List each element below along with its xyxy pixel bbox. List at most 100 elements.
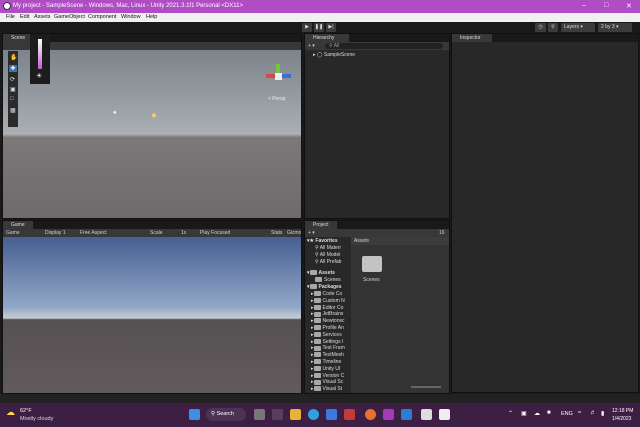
widgets-icon[interactable] [272, 409, 283, 420]
scenes-folder[interactable]: Scenes [315, 277, 349, 283]
package-item[interactable]: ▸ Unity UI [311, 366, 349, 372]
volume-icon[interactable]: ♬ [590, 410, 596, 416]
packages-folder[interactable]: ▾ Packages [307, 284, 349, 290]
scale-tool-icon[interactable]: ▣ [10, 86, 16, 93]
scale-value[interactable]: 1x [181, 229, 186, 237]
rotate-tool-icon[interactable]: ⟳ [10, 76, 15, 83]
move-tool-icon[interactable]: ✚ [9, 65, 17, 72]
search-icon[interactable]: ⚲ [548, 23, 558, 32]
game-viewport[interactable] [3, 237, 301, 393]
unity-editor-icon[interactable] [439, 409, 450, 420]
asset-count: 16 [439, 230, 445, 236]
package-item[interactable]: ▸ Visual Sc [311, 379, 349, 385]
rect-tool-icon[interactable]: □ [10, 96, 14, 102]
package-item[interactable]: ▸ Editor Co [311, 305, 349, 311]
tab-hierarchy[interactable]: Hierarchy [305, 34, 349, 42]
battery-icon[interactable]: ▮ [601, 410, 604, 417]
package-item[interactable]: ▸ Visual St [311, 386, 349, 392]
store-icon[interactable] [326, 409, 337, 420]
play-focused-dropdown[interactable]: Play Focused [200, 229, 230, 237]
layers-dropdown[interactable]: Layers ▾ [561, 23, 595, 32]
edge-icon[interactable] [308, 409, 319, 420]
clock-time[interactable]: 12:18 PM [612, 408, 633, 414]
wifi-icon[interactable]: ≈ [578, 410, 581, 416]
start-icon[interactable] [189, 409, 200, 420]
package-item[interactable]: ▸ Version C [311, 373, 349, 379]
display-dropdown[interactable]: Display 1 [45, 229, 66, 237]
tray-chevron-icon[interactable]: ⌃ [508, 410, 513, 417]
fav-item[interactable]: ⚲ All Model [315, 252, 349, 258]
menu-assets[interactable]: Assets [34, 14, 51, 20]
zoom-slider[interactable] [411, 386, 441, 388]
file-explorer-icon[interactable] [290, 409, 301, 420]
favorites-header[interactable]: ▾★ Favorites [307, 238, 349, 244]
layout-label: 2 by 3 [601, 24, 615, 30]
firefox-icon[interactable] [365, 409, 376, 420]
app-icon-purple[interactable] [383, 409, 394, 420]
task-view-icon[interactable] [254, 409, 265, 420]
hand-tool-icon[interactable]: ✋ [10, 54, 17, 61]
clock-date[interactable]: 1/4/2023 [612, 416, 631, 422]
step-button[interactable]: ▶| [326, 23, 336, 32]
fav-item[interactable]: ⚲ All Prefab [315, 259, 349, 265]
app-icon-red[interactable] [344, 409, 355, 420]
light-slider[interactable]: ☀ [30, 34, 50, 84]
menu-window[interactable]: Window [121, 14, 141, 20]
unity-hub-icon[interactable] [421, 409, 432, 420]
play-button[interactable]: ▶ [302, 23, 312, 32]
package-item[interactable]: ▸ Profile An [311, 325, 349, 331]
scenes-label: Scenes [363, 277, 380, 283]
game-dropdown[interactable]: Game [6, 229, 20, 237]
package-item[interactable]: ▸ Custom N [311, 298, 349, 304]
tray-cloud-icon[interactable]: ☁ [534, 410, 540, 417]
package-item[interactable]: ▸ Services [311, 332, 349, 338]
hierarchy-item-samplescene[interactable]: ▸ ◯ SampleScene [313, 52, 443, 58]
package-item[interactable]: ▸ Timeline [311, 359, 349, 365]
transform-tool-icon[interactable]: ▦ [10, 107, 16, 114]
assets-folder[interactable]: ▾ Assets [307, 270, 349, 276]
package-item[interactable]: ▸ JetBrains [311, 311, 349, 317]
maximize-icon[interactable]: □ [604, 2, 608, 9]
menu-edit[interactable]: Edit [20, 14, 29, 20]
scenes-folder-icon[interactable] [362, 256, 382, 272]
menu-component[interactable]: Component [88, 14, 116, 20]
add-icon[interactable]: + ▾ [308, 229, 315, 237]
layout-dropdown[interactable]: 2 by 3 ▾ [598, 23, 632, 32]
stats-button[interactable]: Stats [271, 229, 282, 237]
gizmos-button[interactable]: Gizmos [287, 229, 301, 237]
scene-panel: Scene < Persp ● ✹ ✋ ✚ ⟳ ▣ □ ▦ ☀ [2, 33, 302, 219]
hierarchy-search[interactable]: ⚲ All [325, 43, 443, 49]
aspect-dropdown[interactable]: Free Aspect [80, 229, 107, 237]
light-icon[interactable]: ✹ [151, 112, 157, 120]
pause-button[interactable]: ❚❚ [314, 23, 324, 32]
package-item[interactable]: ▸ TextMesh [311, 352, 349, 358]
menu-gameobject[interactable]: GameObject [54, 14, 85, 20]
language-indicator[interactable]: ENG [561, 411, 573, 417]
minimize-icon[interactable]: – [582, 2, 586, 9]
scene-gizmo-icon[interactable] [266, 64, 296, 94]
package-item[interactable]: ▸ Newtonsc [311, 318, 349, 324]
tray-app-icon[interactable]: ■ [547, 410, 551, 416]
menu-help[interactable]: Help [146, 14, 157, 20]
camera-icon[interactable]: ● [113, 110, 117, 116]
persp-label[interactable]: < Persp [268, 96, 285, 102]
tab-inspector[interactable]: Inspector [452, 34, 492, 42]
add-icon[interactable]: + ▾ [308, 42, 315, 50]
package-item[interactable]: ▸ Test Fram [311, 345, 349, 351]
package-item[interactable]: ▸ Settings I [311, 339, 349, 345]
tab-project[interactable]: Project [305, 221, 337, 229]
tab-scene[interactable]: Scene [3, 34, 33, 42]
project-panel: Project + ▾ 16 ▾★ Favorites ⚲ All Materi… [304, 220, 450, 394]
tab-game[interactable]: Game [3, 221, 33, 229]
menu-file[interactable]: File [6, 14, 15, 20]
word-icon[interactable] [401, 409, 412, 420]
fav-item[interactable]: ⚲ All Materi [315, 245, 349, 251]
breadcrumb[interactable]: Assets [351, 237, 449, 245]
package-item[interactable]: ▸ Code Co [311, 291, 349, 297]
history-icon[interactable]: ◷ [535, 23, 546, 32]
weather-text: Mostly cloudy [20, 416, 54, 422]
tray-display-icon[interactable]: ▣ [521, 410, 527, 417]
layers-label: Layers [564, 24, 580, 30]
taskbar-search[interactable]: ⚲ Search [206, 408, 246, 421]
close-icon[interactable]: ✕ [626, 2, 632, 10]
